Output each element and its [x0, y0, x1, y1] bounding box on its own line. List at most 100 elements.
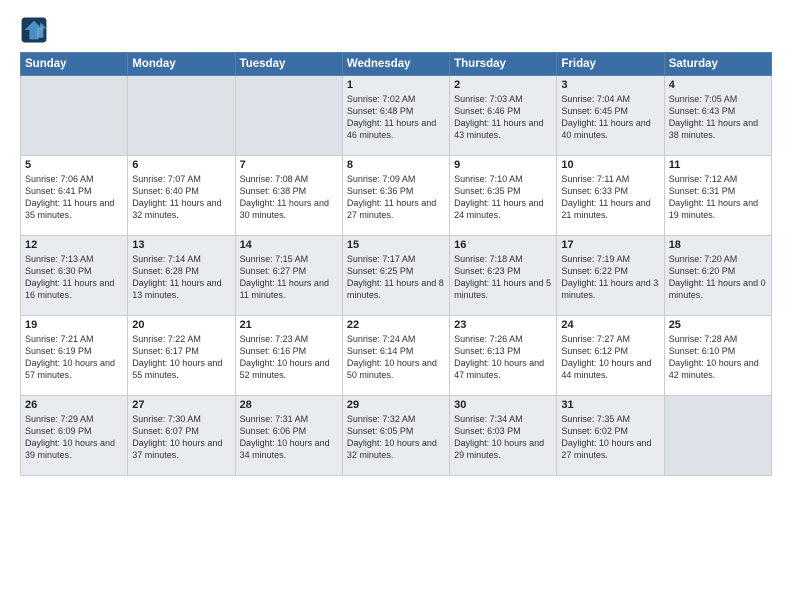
calendar-day-cell: 6 Sunrise: 7:07 AM Sunset: 6:40 PM Daylig… — [128, 156, 235, 236]
header — [20, 16, 772, 44]
weekday-header: Thursday — [450, 53, 557, 76]
weekday-header-row: SundayMondayTuesdayWednesdayThursdayFrid… — [21, 53, 772, 76]
calendar-day-cell: 25 Sunrise: 7:28 AM Sunset: 6:10 PM Dayli… — [664, 316, 771, 396]
day-number: 22 — [347, 319, 445, 331]
calendar-day-cell: 28 Sunrise: 7:31 AM Sunset: 6:06 PM Dayli… — [235, 396, 342, 476]
calendar-day-cell — [664, 396, 771, 476]
day-info: Sunrise: 7:07 AM Sunset: 6:40 PM Dayligh… — [132, 173, 230, 222]
day-number: 6 — [132, 159, 230, 171]
calendar-day-cell: 30Sunrise: 7:34 AM Sunset: 6:03 PM Dayli… — [450, 396, 557, 476]
day-number: 4 — [669, 79, 767, 91]
calendar-day-cell: 21Sunrise: 7:23 AM Sunset: 6:16 PM Dayli… — [235, 316, 342, 396]
day-number: 15 — [347, 239, 445, 251]
day-info: Sunrise: 7:30 AM Sunset: 6:07 PM Dayligh… — [132, 413, 230, 462]
day-info: Sunrise: 7:22 AM Sunset: 6:17 PM Dayligh… — [132, 333, 230, 382]
calendar-table: SundayMondayTuesdayWednesdayThursdayFrid… — [20, 52, 772, 476]
day-number: 25 — [669, 319, 767, 331]
day-info: Sunrise: 7:20 AM Sunset: 6:20 PM Dayligh… — [669, 253, 767, 302]
day-number: 3 — [561, 79, 659, 91]
calendar-day-cell: 18 Sunrise: 7:20 AM Sunset: 6:20 PM Dayli… — [664, 236, 771, 316]
calendar-day-cell: 19 Sunrise: 7:21 AM Sunset: 6:19 PM Dayli… — [21, 316, 128, 396]
calendar-week-row: 5 Sunrise: 7:06 AM Sunset: 6:41 PM Daylig… — [21, 156, 772, 236]
day-number: 28 — [240, 399, 338, 411]
logo — [20, 16, 50, 44]
day-number: 27 — [132, 399, 230, 411]
day-info: Sunrise: 7:08 AM Sunset: 6:38 PM Dayligh… — [240, 173, 338, 222]
day-info: Sunrise: 7:06 AM Sunset: 6:41 PM Dayligh… — [25, 173, 123, 222]
calendar-day-cell: 20 Sunrise: 7:22 AM Sunset: 6:17 PM Dayli… — [128, 316, 235, 396]
calendar-day-cell: 23 Sunrise: 7:26 AM Sunset: 6:13 PM Dayli… — [450, 316, 557, 396]
day-number: 17 — [561, 239, 659, 251]
day-info: Sunrise: 7:15 AM Sunset: 6:27 PM Dayligh… — [240, 253, 338, 302]
calendar-day-cell: 17 Sunrise: 7:19 AM Sunset: 6:22 PM Dayli… — [557, 236, 664, 316]
day-number: 29 — [347, 399, 445, 411]
day-info: Sunrise: 7:21 AM Sunset: 6:19 PM Dayligh… — [25, 333, 123, 382]
calendar-day-cell: 14 Sunrise: 7:15 AM Sunset: 6:27 PM Dayli… — [235, 236, 342, 316]
day-info: Sunrise: 7:12 AM Sunset: 6:31 PM Dayligh… — [669, 173, 767, 222]
day-info: Sunrise: 7:02 AM Sunset: 6:48 PM Dayligh… — [347, 93, 445, 142]
day-number: 9 — [454, 159, 552, 171]
day-number: 14 — [240, 239, 338, 251]
day-info: Sunrise: 7:35 AM Sunset: 6:02 PM Dayligh… — [561, 413, 659, 462]
day-number: 2 — [454, 79, 552, 91]
day-number: 23 — [454, 319, 552, 331]
day-number: 8 — [347, 159, 445, 171]
day-info: Sunrise: 7:32 AM Sunset: 6:05 PM Dayligh… — [347, 413, 445, 462]
day-number: 19 — [25, 319, 123, 331]
calendar-day-cell: 13Sunrise: 7:14 AM Sunset: 6:28 PM Dayli… — [128, 236, 235, 316]
day-number: 12 — [25, 239, 123, 251]
day-number: 16 — [454, 239, 552, 251]
calendar-day-cell: 8 Sunrise: 7:09 AM Sunset: 6:36 PM Daylig… — [342, 156, 449, 236]
day-info: Sunrise: 7:31 AM Sunset: 6:06 PM Dayligh… — [240, 413, 338, 462]
calendar-day-cell: 10 Sunrise: 7:11 AM Sunset: 6:33 PM Dayli… — [557, 156, 664, 236]
weekday-header: Friday — [557, 53, 664, 76]
day-number: 13 — [132, 239, 230, 251]
calendar-day-cell: 9 Sunrise: 7:10 AM Sunset: 6:35 PM Daylig… — [450, 156, 557, 236]
day-info: Sunrise: 7:04 AM Sunset: 6:45 PM Dayligh… — [561, 93, 659, 142]
day-info: Sunrise: 7:18 AM Sunset: 6:23 PM Dayligh… — [454, 253, 552, 302]
calendar-day-cell: 2Sunrise: 7:03 AM Sunset: 6:46 PM Daylig… — [450, 76, 557, 156]
calendar-container: SundayMondayTuesdayWednesdayThursdayFrid… — [0, 0, 792, 612]
calendar-week-row: 1 Sunrise: 7:02 AM Sunset: 6:48 PM Daylig… — [21, 76, 772, 156]
calendar-day-cell: 27 Sunrise: 7:30 AM Sunset: 6:07 PM Dayli… — [128, 396, 235, 476]
day-number: 1 — [347, 79, 445, 91]
day-info: Sunrise: 7:28 AM Sunset: 6:10 PM Dayligh… — [669, 333, 767, 382]
calendar-week-row: 12 Sunrise: 7:13 AM Sunset: 6:30 PM Dayli… — [21, 236, 772, 316]
calendar-day-cell: 1 Sunrise: 7:02 AM Sunset: 6:48 PM Daylig… — [342, 76, 449, 156]
calendar-day-cell: 11Sunrise: 7:12 AM Sunset: 6:31 PM Dayli… — [664, 156, 771, 236]
calendar-week-row: 19 Sunrise: 7:21 AM Sunset: 6:19 PM Dayli… — [21, 316, 772, 396]
day-info: Sunrise: 7:27 AM Sunset: 6:12 PM Dayligh… — [561, 333, 659, 382]
day-info: Sunrise: 7:23 AM Sunset: 6:16 PM Dayligh… — [240, 333, 338, 382]
calendar-day-cell: 12 Sunrise: 7:13 AM Sunset: 6:30 PM Dayli… — [21, 236, 128, 316]
day-info: Sunrise: 7:05 AM Sunset: 6:43 PM Dayligh… — [669, 93, 767, 142]
weekday-header: Monday — [128, 53, 235, 76]
day-info: Sunrise: 7:17 AM Sunset: 6:25 PM Dayligh… — [347, 253, 445, 302]
calendar-day-cell: 22 Sunrise: 7:24 AM Sunset: 6:14 PM Dayli… — [342, 316, 449, 396]
calendar-day-cell: 15 Sunrise: 7:17 AM Sunset: 6:25 PM Dayli… — [342, 236, 449, 316]
calendar-day-cell: 26 Sunrise: 7:29 AM Sunset: 6:09 PM Dayli… — [21, 396, 128, 476]
day-info: Sunrise: 7:19 AM Sunset: 6:22 PM Dayligh… — [561, 253, 659, 302]
calendar-day-cell: 7Sunrise: 7:08 AM Sunset: 6:38 PM Daylig… — [235, 156, 342, 236]
day-info: Sunrise: 7:24 AM Sunset: 6:14 PM Dayligh… — [347, 333, 445, 382]
day-number: 5 — [25, 159, 123, 171]
day-info: Sunrise: 7:10 AM Sunset: 6:35 PM Dayligh… — [454, 173, 552, 222]
weekday-header: Wednesday — [342, 53, 449, 76]
day-number: 26 — [25, 399, 123, 411]
day-number: 20 — [132, 319, 230, 331]
calendar-day-cell: 24 Sunrise: 7:27 AM Sunset: 6:12 PM Dayli… — [557, 316, 664, 396]
day-info: Sunrise: 7:29 AM Sunset: 6:09 PM Dayligh… — [25, 413, 123, 462]
day-info: Sunrise: 7:34 AM Sunset: 6:03 PM Dayligh… — [454, 413, 552, 462]
calendar-day-cell: 4 Sunrise: 7:05 AM Sunset: 6:43 PM Daylig… — [664, 76, 771, 156]
day-number: 24 — [561, 319, 659, 331]
day-info: Sunrise: 7:09 AM Sunset: 6:36 PM Dayligh… — [347, 173, 445, 222]
day-info: Sunrise: 7:13 AM Sunset: 6:30 PM Dayligh… — [25, 253, 123, 302]
calendar-day-cell: 16 Sunrise: 7:18 AM Sunset: 6:23 PM Dayli… — [450, 236, 557, 316]
day-number: 10 — [561, 159, 659, 171]
day-number: 18 — [669, 239, 767, 251]
calendar-day-cell: 3 Sunrise: 7:04 AM Sunset: 6:45 PM Daylig… — [557, 76, 664, 156]
calendar-day-cell: 31Sunrise: 7:35 AM Sunset: 6:02 PM Dayli… — [557, 396, 664, 476]
day-info: Sunrise: 7:26 AM Sunset: 6:13 PM Dayligh… — [454, 333, 552, 382]
calendar-day-cell — [128, 76, 235, 156]
calendar-day-cell: 5 Sunrise: 7:06 AM Sunset: 6:41 PM Daylig… — [21, 156, 128, 236]
day-info: Sunrise: 7:11 AM Sunset: 6:33 PM Dayligh… — [561, 173, 659, 222]
